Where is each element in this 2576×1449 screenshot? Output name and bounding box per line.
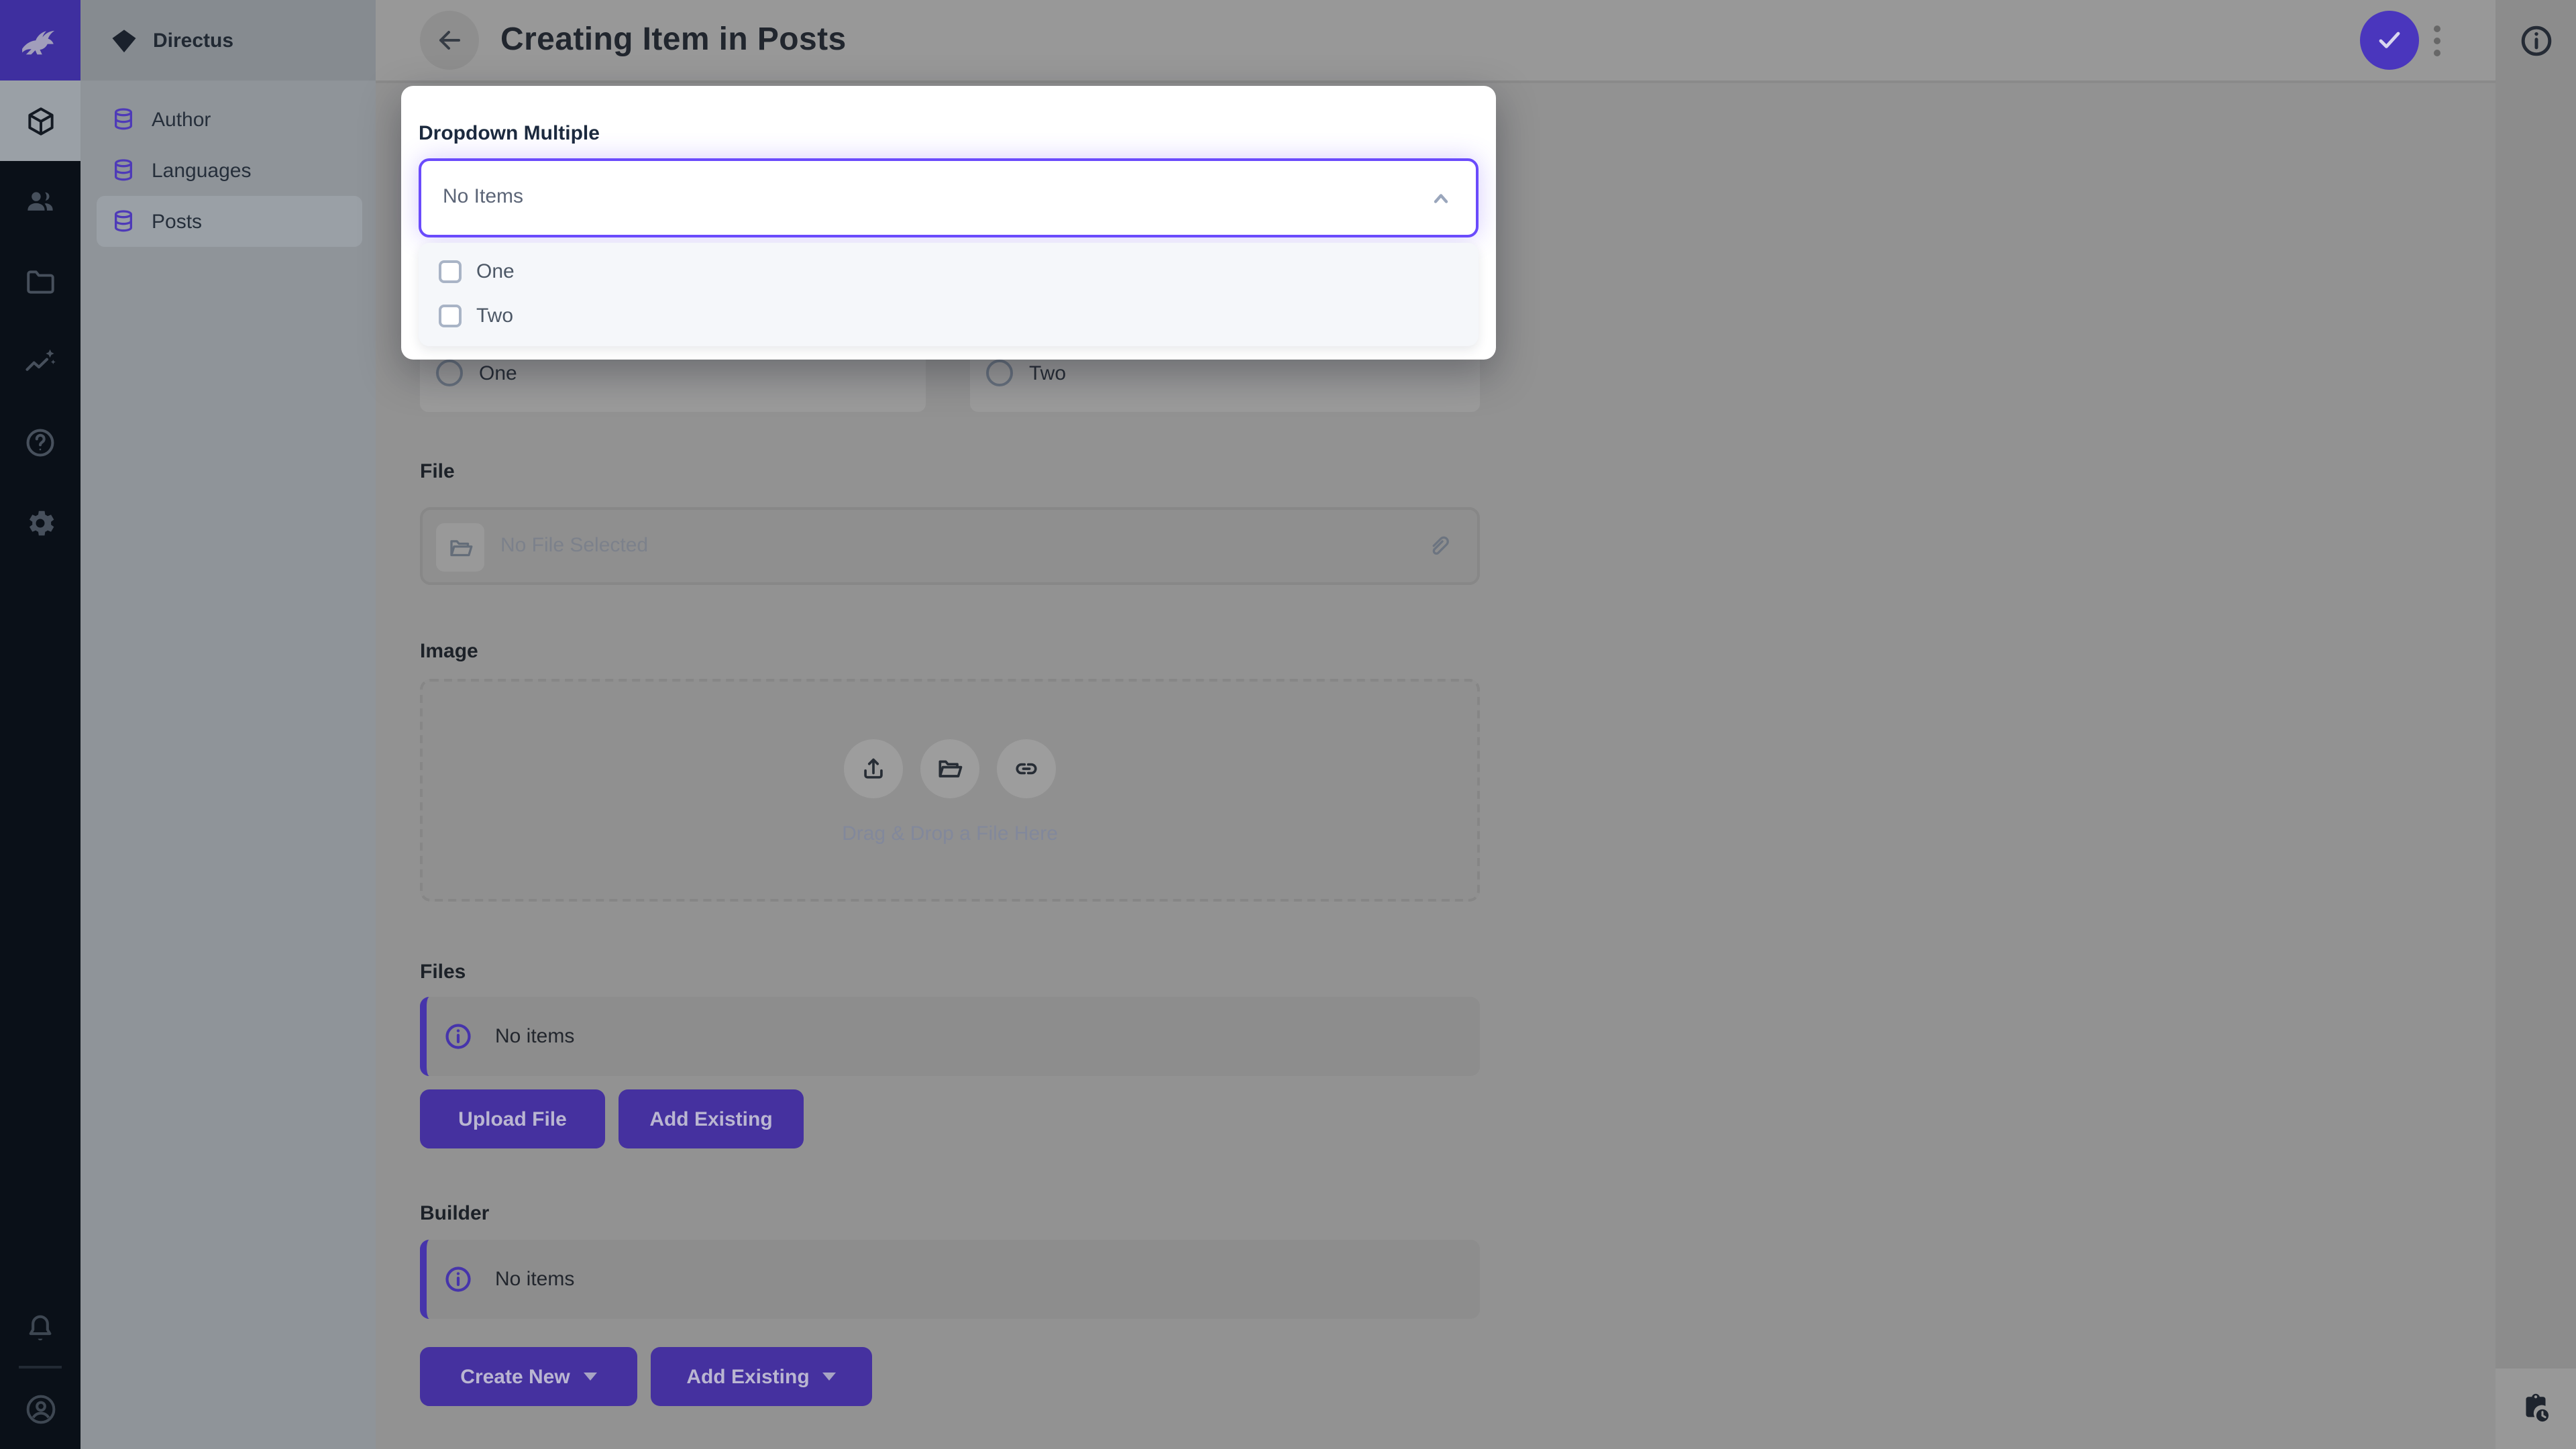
files-add-existing-button[interactable]: Add Existing: [619, 1089, 804, 1148]
dropdown-options-menu: One Two: [419, 243, 1479, 346]
dropdown-value: No Items: [443, 185, 524, 208]
collection-list: Author Languages Posts: [80, 80, 376, 247]
module-settings[interactable]: [0, 483, 80, 564]
folder-open-icon: [436, 523, 484, 572]
rabbit-logo-icon: [17, 17, 63, 63]
dropdown-multiple-label: Dropdown Multiple: [419, 122, 600, 145]
radio-label: Two: [1029, 362, 1067, 384]
info-icon: [443, 1021, 474, 1052]
project-name: Directus: [153, 29, 234, 52]
user-menu-button[interactable]: [0, 1368, 80, 1449]
dropdown-multiple-popover: Dropdown Multiple No Items One Two: [401, 86, 1496, 360]
info-icon: [2518, 23, 2555, 59]
page-title: Creating Item in Posts: [500, 21, 847, 58]
sidebar-item-label: Posts: [152, 210, 203, 233]
nav-sidebar: Directus Author Languages Posts: [80, 0, 376, 1449]
insights-icon: [23, 345, 58, 380]
option-label: Two: [476, 305, 514, 327]
bell-icon: [23, 1311, 58, 1346]
choose-from-library-button[interactable]: [920, 739, 979, 798]
button-label: Upload File: [458, 1108, 567, 1130]
image-field-label: Image: [420, 640, 478, 663]
project-diamond-icon: [110, 26, 138, 54]
page-header: Creating Item in Posts: [376, 0, 2496, 83]
radio-option-two[interactable]: Two: [986, 360, 1066, 386]
folder-icon: [23, 265, 57, 299]
module-users[interactable]: [0, 161, 80, 241]
files-empty-text: No items: [495, 1025, 575, 1048]
chevron-down-icon: [583, 1373, 597, 1381]
sidebar-item-languages[interactable]: Languages: [97, 145, 362, 196]
save-button[interactable]: [2360, 11, 2419, 70]
radio-icon: [986, 360, 1013, 386]
help-icon: [23, 425, 58, 460]
module-files[interactable]: [0, 241, 80, 322]
button-label: Add Existing: [649, 1108, 773, 1130]
main-content: Creating Item in Posts One Two File No F…: [376, 0, 2496, 1449]
back-button[interactable]: [420, 11, 479, 70]
chevron-down-icon: [822, 1373, 837, 1381]
builder-empty-text: No items: [495, 1268, 575, 1291]
file-picker-input[interactable]: No File Selected: [420, 507, 1480, 585]
app-window: Directus Author Languages Posts Creating…: [0, 0, 2576, 1449]
dropdown-multiple-input[interactable]: No Items: [419, 158, 1479, 237]
project-switcher[interactable]: Directus: [80, 0, 376, 80]
import-from-url-button[interactable]: [997, 739, 1056, 798]
sidebar-item-label: Languages: [152, 159, 252, 182]
box-icon: [23, 104, 57, 138]
builder-empty-notice: No items: [420, 1240, 1480, 1319]
option-label: One: [476, 260, 515, 283]
database-icon: [110, 157, 137, 184]
radio-label: One: [479, 362, 517, 384]
upload-icon: [859, 754, 888, 784]
module-help[interactable]: [0, 402, 80, 483]
create-new-button[interactable]: Create New: [420, 1347, 637, 1406]
info-icon: [443, 1264, 474, 1295]
revisions-section-button[interactable]: [2496, 1368, 2576, 1449]
sidebar-item-author[interactable]: Author: [97, 94, 362, 145]
directus-logo[interactable]: [0, 0, 80, 80]
notifications-button[interactable]: [0, 1288, 80, 1368]
database-icon: [110, 208, 137, 235]
button-label: Create New: [460, 1365, 570, 1388]
clipboard-clock-icon: [2518, 1391, 2553, 1426]
dropdown-option-one[interactable]: One: [419, 250, 1479, 294]
image-dropzone[interactable]: Drag & Drop a File Here: [420, 679, 1480, 902]
file-field-label: File: [420, 460, 455, 483]
paperclip-icon[interactable]: [1424, 531, 1453, 561]
builder-add-existing-button[interactable]: Add Existing: [651, 1347, 872, 1406]
check-icon: [2373, 24, 2406, 56]
gear-icon: [23, 506, 58, 541]
files-field-label: Files: [420, 961, 466, 983]
kebab-menu-icon: [2433, 25, 2440, 56]
dropzone-hint: Drag & Drop a File Here: [842, 822, 1058, 845]
right-sidebar: [2496, 0, 2576, 1449]
context-menu-button[interactable]: [2426, 21, 2447, 59]
arrow-left-icon: [433, 24, 466, 56]
sidebar-item-label: Author: [152, 108, 211, 131]
module-insights[interactable]: [0, 322, 80, 402]
checkbox-icon[interactable]: [439, 260, 462, 283]
folder-open-icon: [935, 754, 965, 784]
file-placeholder: No File Selected: [500, 534, 649, 557]
user-circle-icon: [22, 1391, 58, 1427]
dropdown-option-two[interactable]: Two: [419, 294, 1479, 338]
builder-field-label: Builder: [420, 1202, 490, 1225]
link-icon: [1012, 754, 1041, 784]
database-icon: [110, 106, 137, 133]
checkbox-icon[interactable]: [439, 305, 462, 327]
info-sidebar-button[interactable]: [2518, 23, 2555, 59]
files-empty-notice: No items: [420, 997, 1480, 1076]
button-label: Add Existing: [686, 1365, 810, 1388]
radio-option-one[interactable]: One: [436, 360, 517, 386]
upload-file-button[interactable]: Upload File: [420, 1089, 605, 1148]
module-content[interactable]: [0, 80, 80, 161]
dropzone-actions: [423, 739, 1477, 798]
people-icon: [23, 184, 58, 219]
chevron-up-icon[interactable]: [1425, 182, 1457, 215]
module-bar: [0, 0, 80, 1449]
sidebar-item-posts[interactable]: Posts: [97, 196, 362, 247]
upload-button[interactable]: [844, 739, 903, 798]
radio-icon: [436, 360, 463, 386]
